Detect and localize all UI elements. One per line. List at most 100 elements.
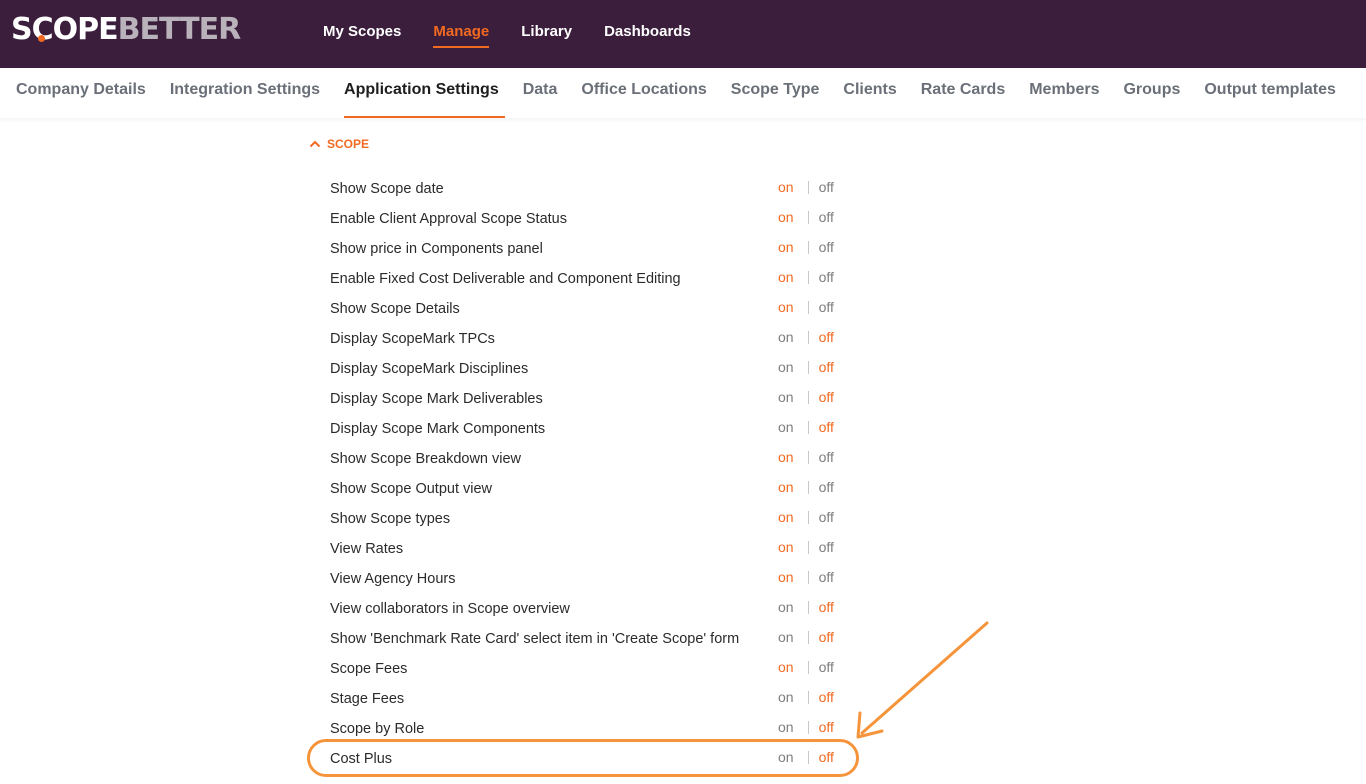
setting-row: Stage Fees on off (330, 684, 850, 714)
toggle-on-option[interactable]: on (778, 569, 794, 585)
on-off-toggle: on off (778, 479, 834, 495)
main-nav-item[interactable]: Dashboards (604, 0, 691, 68)
toggle-on-option[interactable]: on (778, 509, 794, 525)
setting-label: Show Scope Breakdown view (330, 451, 522, 467)
settings-tab[interactable]: Clients (843, 68, 896, 118)
settings-tab[interactable]: Company Details (16, 68, 146, 118)
toggle-divider (807, 600, 809, 614)
toggle-on-option[interactable]: on (778, 239, 794, 255)
on-off-toggle: on off (778, 269, 834, 285)
toggle-on-option[interactable]: on (778, 539, 794, 555)
on-off-toggle: on off (778, 449, 834, 465)
main-nav-item[interactable]: My Scopes (323, 0, 401, 68)
toggle-off-option[interactable]: off (819, 689, 834, 705)
toggle-on-option[interactable]: on (778, 179, 794, 195)
setting-row: Show Scope date on off (330, 174, 850, 204)
toggle-divider (807, 510, 809, 524)
on-off-toggle: on off (778, 509, 834, 525)
logo-part-scope: SCOPE (11, 12, 119, 47)
setting-label: View Agency Hours (330, 571, 456, 587)
on-off-toggle: on off (778, 539, 834, 555)
toggle-on-option[interactable]: on (778, 329, 794, 345)
toggle-on-option[interactable]: on (778, 659, 794, 675)
setting-row: Display ScopeMark Disciplines on off (330, 354, 850, 384)
setting-label: Display ScopeMark Disciplines (330, 361, 529, 377)
toggle-off-option[interactable]: off (819, 539, 834, 555)
toggle-divider (807, 660, 809, 674)
setting-row: View collaborators in Scope overview on of… (330, 594, 850, 624)
on-off-toggle: on off (778, 209, 834, 225)
scopebetter-logo[interactable]: SCOPEBETTER (11, 12, 241, 48)
settings-tab[interactable]: Office Locations (581, 68, 706, 118)
settings-tab[interactable]: Application Settings (344, 68, 505, 118)
setting-row: Show 'Benchmark Rate Card' select item i… (330, 624, 850, 654)
toggle-on-option[interactable]: on (778, 299, 794, 315)
settings-tab[interactable]: Members (1029, 68, 1099, 118)
on-off-toggle: on off (778, 599, 834, 615)
toggle-divider (807, 330, 809, 344)
toggle-on-option[interactable]: on (778, 449, 794, 465)
toggle-divider (807, 630, 809, 644)
toggle-off-option[interactable]: off (819, 179, 834, 195)
toggle-off-option[interactable]: off (819, 449, 834, 465)
toggle-off-option[interactable]: off (819, 719, 834, 735)
toggle-off-option[interactable]: off (819, 299, 834, 315)
on-off-toggle: on off (778, 329, 834, 345)
toggle-on-option[interactable]: on (778, 359, 794, 375)
section-toggle-scope[interactable]: SCOPE (309, 137, 369, 151)
toggle-off-option[interactable]: off (819, 419, 834, 435)
setting-label: Display Scope Mark Deliverables (330, 391, 543, 407)
on-off-toggle: on off (778, 179, 834, 195)
on-off-toggle: on off (778, 719, 834, 735)
toggle-on-option[interactable]: on (778, 719, 794, 735)
toggle-divider (807, 570, 809, 584)
setting-row: Show Scope types on off (330, 504, 850, 534)
toggle-off-option[interactable]: off (819, 329, 834, 345)
toggle-off-option[interactable]: off (819, 629, 834, 645)
on-off-toggle: on off (778, 629, 834, 645)
main-nav-item[interactable]: Manage (433, 0, 489, 68)
settings-sub-nav: Company Details Integration Settings Appli… (0, 68, 1366, 118)
settings-tab[interactable]: Groups (1123, 68, 1180, 118)
setting-label: Show 'Benchmark Rate Card' select item i… (330, 631, 740, 647)
toggle-off-option[interactable]: off (819, 479, 834, 495)
settings-tab[interactable]: Data (523, 68, 558, 118)
toggle-off-option[interactable]: off (819, 509, 834, 525)
toggle-divider (807, 480, 809, 494)
toggle-off-option[interactable]: off (819, 389, 834, 405)
toggle-off-option[interactable]: off (819, 569, 834, 585)
toggle-on-option[interactable]: on (778, 269, 794, 285)
setting-label: Display ScopeMark TPCs (330, 331, 495, 347)
toggle-on-option[interactable]: on (778, 209, 794, 225)
toggle-divider (807, 720, 809, 734)
setting-row: View Agency Hours on off (330, 564, 850, 594)
logo-dot-icon (38, 35, 45, 42)
setting-label: View collaborators in Scope overview (330, 601, 570, 617)
toggle-off-option[interactable]: off (819, 269, 834, 285)
settings-tab[interactable]: Output templates (1204, 68, 1336, 118)
toggle-off-option[interactable]: off (819, 239, 834, 255)
setting-row: Show Scope Breakdown view on off (330, 444, 850, 474)
toggle-off-option[interactable]: off (819, 209, 834, 225)
main-nav: My Scopes Manage Library Dashboards (323, 0, 723, 68)
on-off-toggle: on off (778, 389, 834, 405)
settings-tab[interactable]: Rate Cards (921, 68, 1005, 118)
toggle-on-option[interactable]: on (778, 419, 794, 435)
toggle-on-option[interactable]: on (778, 629, 794, 645)
toggle-off-option[interactable]: off (819, 359, 834, 375)
toggle-on-option[interactable]: on (778, 599, 794, 615)
settings-tab[interactable]: Integration Settings (170, 68, 320, 118)
section-title: SCOPE (327, 137, 370, 151)
setting-label: Show Scope date (330, 181, 444, 197)
toggle-on-option[interactable]: on (778, 479, 794, 495)
toggle-divider (807, 240, 809, 254)
settings-tab[interactable]: Scope Type (731, 68, 820, 118)
on-off-toggle: on off (778, 359, 834, 375)
toggle-divider (807, 450, 809, 464)
toggle-on-option[interactable]: on (778, 389, 794, 405)
toggle-on-option[interactable]: on (778, 689, 794, 705)
on-off-toggle: on off (778, 299, 834, 315)
toggle-off-option[interactable]: off (819, 659, 834, 675)
toggle-off-option[interactable]: off (819, 599, 834, 615)
main-nav-item[interactable]: Library (521, 0, 572, 68)
